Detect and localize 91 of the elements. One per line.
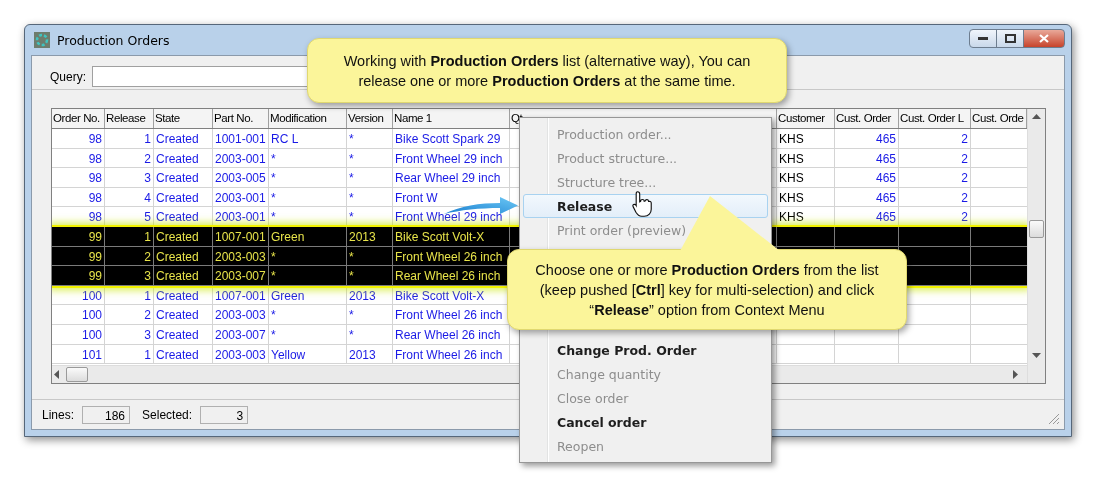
table-cell: *	[269, 187, 347, 207]
table-cell: Created	[154, 187, 213, 207]
table-cell: 2003-003	[213, 344, 269, 364]
table-cell: 1	[105, 129, 154, 148]
table-cell: *	[269, 266, 347, 285]
table-cell: 2003-005	[213, 168, 269, 187]
table-cell: Created	[154, 246, 213, 266]
window-title: Production Orders	[57, 32, 170, 48]
table-cell: 2003-001	[213, 148, 269, 168]
table-cell: 98	[52, 148, 105, 168]
table-cell: 2	[899, 168, 971, 187]
table-cell: 465	[835, 187, 899, 207]
table-cell: 98	[52, 168, 105, 187]
table-cell: *	[347, 187, 393, 207]
table-cell: 1001-001	[213, 129, 269, 148]
query-label: Query:	[50, 69, 86, 84]
table-cell: Bike Scott Volt-X	[393, 226, 510, 246]
table-cell: Created	[154, 344, 213, 364]
table-cell: 99	[52, 246, 105, 266]
table-cell: Created	[154, 148, 213, 168]
table-cell: *	[269, 148, 347, 168]
table-cell: 99	[52, 226, 105, 246]
table-cell: Green	[269, 226, 347, 246]
table-cell: Created	[154, 168, 213, 187]
table-cell: KHS	[777, 168, 835, 187]
table-cell: 465	[835, 129, 899, 148]
table-cell: 2	[105, 305, 154, 324]
table-cell: *	[269, 324, 347, 344]
table-cell: 465	[835, 168, 899, 187]
table-cell: 2013	[347, 285, 393, 305]
table-cell: 2	[899, 129, 971, 148]
table-cell: Front Wheel 26 inch	[393, 344, 510, 364]
status-value: 3	[200, 405, 249, 424]
table-cell: *	[269, 246, 347, 266]
table-cell: 1007-001	[213, 285, 269, 305]
status-value: 186	[82, 405, 131, 424]
table-cell: 101	[52, 344, 105, 364]
status-label: Selected:	[142, 407, 193, 422]
table-cell: 2	[899, 187, 971, 207]
table-cell: 3	[105, 266, 154, 285]
table-cell: *	[347, 168, 393, 187]
table-cell: Rear Wheel 29 inch	[393, 168, 510, 187]
table-cell: KHS	[777, 148, 835, 168]
table-cell: 2003-007	[213, 324, 269, 344]
table-cell: 4	[105, 187, 154, 207]
table-cell: 2	[105, 148, 154, 168]
table-cell: 3	[105, 324, 154, 344]
table-cell: 2003-001	[213, 187, 269, 207]
table-cell: Created	[154, 324, 213, 344]
table-cell: 100	[52, 305, 105, 324]
table-cell: Created	[154, 285, 213, 305]
table-cell: 1	[105, 285, 154, 305]
table-cell: 2013	[347, 226, 393, 246]
table-cell: KHS	[777, 187, 835, 207]
table-cell: Yellow	[269, 344, 347, 364]
table-cell: 1	[105, 344, 154, 364]
table-cell: 98	[52, 187, 105, 207]
table-cell: 2013	[347, 344, 393, 364]
table-cell: Created	[154, 305, 213, 324]
table-cell: Created	[154, 129, 213, 148]
table-cell: 2003-003	[213, 305, 269, 324]
table-cell: Created	[154, 266, 213, 285]
table-cell: Rear Wheel 26 inch	[393, 324, 510, 344]
table-cell: KHS	[777, 129, 835, 148]
table-cell: 2003-003	[213, 246, 269, 266]
table-cell: 2	[899, 148, 971, 168]
table-cell: Front Wheel 29 inch	[393, 148, 510, 168]
table-cell: 2	[105, 246, 154, 266]
status-label: Lines:	[42, 407, 75, 422]
table-cell: 3	[105, 168, 154, 187]
table-cell: 465	[835, 148, 899, 168]
table-cell: Green	[269, 285, 347, 305]
table-cell: *	[269, 305, 347, 324]
table-cell: 100	[52, 324, 105, 344]
callout-tooltip: Working with Production Orders list (alternative way), You can release one or more Production Orders at the same time.	[307, 38, 787, 103]
table-cell: 100	[52, 285, 105, 305]
table-cell: *	[347, 129, 393, 148]
table-cell: RC L	[269, 129, 347, 148]
table-cell: 2003-007	[213, 266, 269, 285]
table-cell: *	[347, 305, 393, 324]
table-cell: Created	[154, 226, 213, 246]
table-cell: 1007-001	[213, 226, 269, 246]
table-cell: *	[347, 148, 393, 168]
table-cell: *	[347, 324, 393, 344]
table-cell: 98	[52, 129, 105, 148]
table-cell: *	[269, 168, 347, 187]
table-cell: 1	[105, 226, 154, 246]
table-cell: 99	[52, 266, 105, 285]
table-cell: Bike Scott Spark 29	[393, 129, 510, 148]
table-cell: *	[347, 266, 393, 285]
table-cell: *	[347, 246, 393, 266]
